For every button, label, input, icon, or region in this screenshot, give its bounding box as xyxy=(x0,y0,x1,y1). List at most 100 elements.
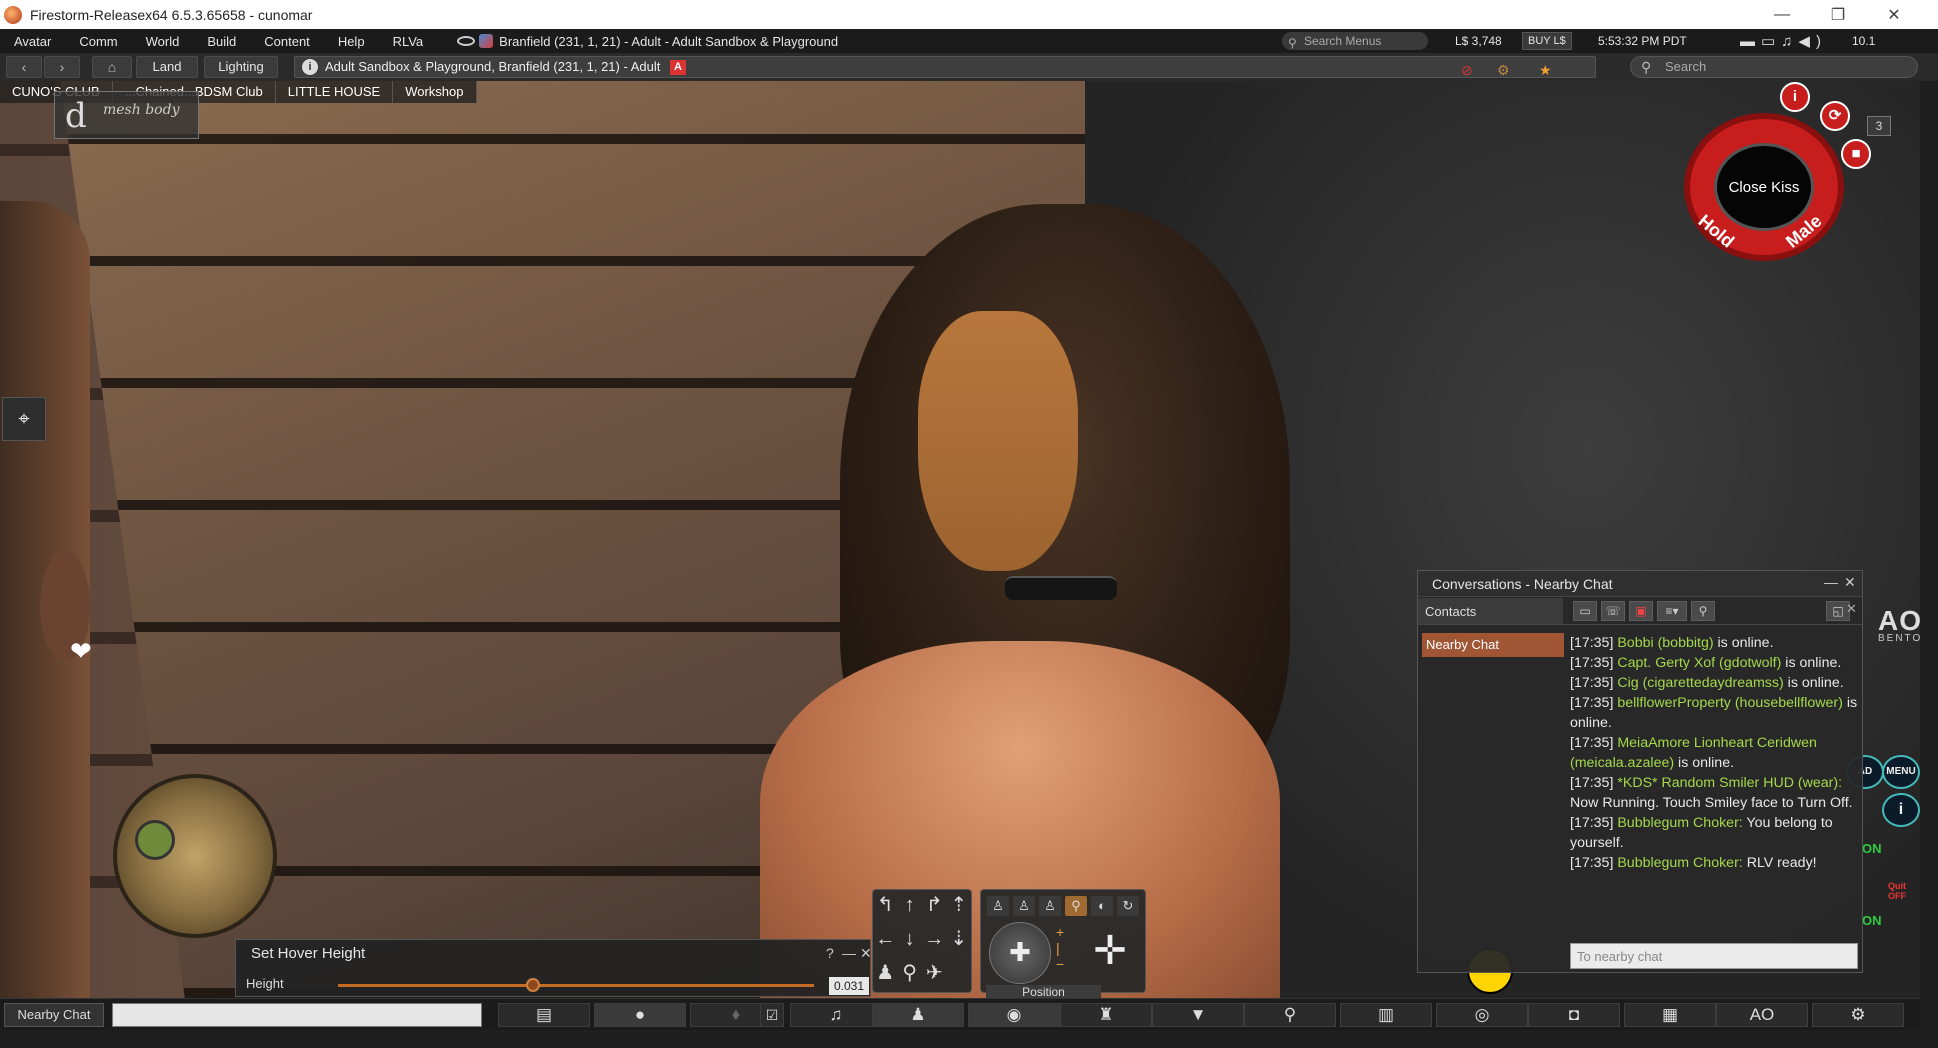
fly-mode-icon[interactable]: ✈ xyxy=(922,958,947,992)
reset-view-icon[interactable]: ↻ xyxy=(1117,896,1139,916)
search-menus-field[interactable]: ⚲ Search Menus xyxy=(1282,32,1428,50)
strafe-right-icon[interactable]: → xyxy=(922,924,947,958)
zoom-slider-icon[interactable]: + | − xyxy=(1056,924,1064,972)
voice-checkbox[interactable]: ☑ xyxy=(760,1003,784,1027)
buy-lindens-button[interactable]: BUY L$ xyxy=(1522,32,1572,50)
turn-right-icon[interactable]: ↱ xyxy=(922,890,947,924)
search-field[interactable]: ⚲ Search xyxy=(1630,56,1918,78)
conversations-titlebar[interactable]: Conversations - Nearby Chat — ✕ xyxy=(1418,571,1862,597)
back-arrow-icon[interactable]: ‹ xyxy=(6,56,42,78)
height-slider-thumb[interactable] xyxy=(526,978,541,992)
chat-sender-link[interactable]: bellflowerProperty (housebellflower) xyxy=(1617,695,1843,711)
linden-balance[interactable]: L$ 3,748 xyxy=(1455,34,1502,48)
nearby-chat-button[interactable]: Nearby Chat xyxy=(4,1003,104,1027)
animation-hud[interactable]: Close Kiss Hold Male xyxy=(1684,113,1844,261)
avatar-collar[interactable] xyxy=(1005,576,1117,600)
ao-menu-button[interactable]: MENU xyxy=(1882,755,1920,789)
mouselook-icon[interactable]: ◐ xyxy=(1091,896,1113,916)
rear-view-icon[interactable]: ♙ xyxy=(1039,896,1061,916)
camera-view-icon[interactable]: ◉ xyxy=(968,1003,1060,1027)
pan-joystick-icon[interactable]: ✛ xyxy=(1079,920,1141,982)
close-icon[interactable]: ✕ xyxy=(860,945,872,962)
lighting-button[interactable]: Lighting xyxy=(204,56,278,78)
land-button[interactable]: Land xyxy=(136,56,198,78)
menu-comm[interactable]: Comm xyxy=(65,34,131,49)
snapshot-camera-icon[interactable]: ◘ xyxy=(1528,1003,1620,1027)
orbit-joystick-icon[interactable]: ✚ xyxy=(989,922,1051,984)
home-icon[interactable]: ⌂ xyxy=(92,56,132,78)
search-icon[interactable]: ⚲ xyxy=(1691,601,1715,621)
info-icon[interactable]: i xyxy=(302,59,318,75)
ao-button[interactable]: AO xyxy=(1716,1003,1808,1027)
voice-call-icon[interactable]: ☏ xyxy=(1601,601,1625,621)
minimize-icon[interactable]: — xyxy=(1824,574,1838,590)
chat-sender-link[interactable]: Bobbi (bobbitg) xyxy=(1617,635,1713,651)
settings-gear-icon[interactable]: ⚙ xyxy=(1812,1003,1904,1027)
chat-sender-link[interactable]: *KDS* Random Smiler HUD (wear): xyxy=(1617,775,1842,791)
visibility-eye-icon[interactable] xyxy=(457,36,476,46)
power-icon[interactable] xyxy=(135,820,175,860)
menu-avatar[interactable]: Avatar xyxy=(0,34,65,49)
menu-content[interactable]: Content xyxy=(250,34,324,49)
people-icon[interactable]: ♜ xyxy=(1060,1003,1152,1027)
strafe-left-icon[interactable]: ← xyxy=(873,924,898,958)
hud-refresh-icon[interactable]: ⟳ xyxy=(1820,101,1850,131)
headphones-icon[interactable]: ♫ xyxy=(790,1003,882,1027)
forward-arrow-icon[interactable]: › xyxy=(44,56,80,78)
media-controls-icon[interactable]: ▬▭♫◀) xyxy=(1740,32,1827,50)
contacts-button[interactable]: Contacts xyxy=(1418,597,1563,624)
inventory-icon[interactable]: ▦ xyxy=(1624,1003,1716,1027)
start-im-icon[interactable]: ▭ xyxy=(1573,601,1597,621)
ao-info-icon[interactable]: i xyxy=(1882,793,1920,827)
nearby-chat-input[interactable]: To nearby chat xyxy=(1570,943,1858,969)
menu-rlva[interactable]: RLVa xyxy=(379,34,438,49)
maximize-button[interactable]: ❐ xyxy=(1810,0,1866,29)
ao-on-label-1[interactable]: ON xyxy=(1862,841,1882,856)
chat-bubble-icon[interactable]: ▣ xyxy=(1629,601,1653,621)
object-view-icon[interactable]: ⚲ xyxy=(1065,896,1087,916)
menu-help[interactable]: Help xyxy=(324,34,379,49)
menu-build[interactable]: Build xyxy=(193,34,250,49)
close-button[interactable]: ✕ xyxy=(1866,0,1922,29)
ao-quit-off-label[interactable]: Quit OFF xyxy=(1888,881,1920,901)
height-slider-track[interactable] xyxy=(338,984,814,987)
favorite-star-icon[interactable]: ★ xyxy=(1539,60,1552,80)
close-icon[interactable]: ✕ xyxy=(1844,574,1856,591)
map-icon[interactable]: ▥ xyxy=(1340,1003,1432,1027)
minimize-button[interactable]: — xyxy=(1754,0,1810,29)
help-icon[interactable]: ? xyxy=(826,945,834,961)
nearby-chat-tab[interactable]: Nearby Chat xyxy=(1422,633,1564,657)
height-value[interactable]: 0.031 xyxy=(829,977,869,995)
forward-icon[interactable]: ↑ xyxy=(898,890,923,924)
mesh-body-hud[interactable]: d mesh body xyxy=(54,91,199,139)
ao-hud[interactable]: AO BENTO AD MENU i ON Quit OFF ON xyxy=(1846,605,1921,985)
chat-sender-link[interactable]: Bubblegum Choker: xyxy=(1617,815,1742,831)
fly-up-icon[interactable]: ⇡ xyxy=(947,890,972,924)
search-icon[interactable]: ⚲ xyxy=(1244,1003,1336,1027)
move-icon[interactable]: ♟ xyxy=(872,1003,964,1027)
favorite-workshop[interactable]: Workshop xyxy=(393,81,477,103)
turn-left-icon[interactable]: ↰ xyxy=(873,890,898,924)
chat-sender-link[interactable]: Cig (cigarettedaydreamss) xyxy=(1617,675,1783,691)
fly-down-icon[interactable]: ⇣ xyxy=(947,924,972,958)
parcel-info[interactable]: Branfield (231, 1, 21) - Adult - Adult S… xyxy=(499,34,838,49)
animation-name[interactable]: Close Kiss xyxy=(1714,143,1814,231)
gestures-icon[interactable]: ▤ xyxy=(498,1003,590,1027)
steampunk-compass-hud[interactable] xyxy=(113,774,277,938)
chat-bar-input[interactable] xyxy=(112,1003,482,1027)
chat-sender-link[interactable]: Bubblegum Choker: xyxy=(1617,855,1742,871)
hud-info-icon[interactable]: i xyxy=(1780,82,1810,112)
run-mode-icon[interactable]: ⚲ xyxy=(898,958,923,992)
chat-bubble-icon[interactable]: ● xyxy=(594,1003,686,1027)
favorite-little-house[interactable]: LITTLE HOUSE xyxy=(275,81,394,103)
minimize-icon[interactable]: — xyxy=(842,945,856,961)
side-view-icon[interactable]: ♙ xyxy=(1013,896,1035,916)
walk-mode-icon[interactable]: ♟ xyxy=(873,958,898,992)
appearance-shirt-icon[interactable]: ▼ xyxy=(1152,1003,1244,1027)
location-field[interactable]: i Adult Sandbox & Playground, Branfield … xyxy=(294,56,1596,78)
position-tab[interactable]: Position xyxy=(986,985,1101,999)
hud-stop-icon[interactable]: ■ xyxy=(1841,139,1871,169)
close-tab-icon[interactable]: ✕ xyxy=(1846,601,1857,617)
view-options-icon[interactable]: ≡▾ xyxy=(1657,601,1687,621)
map-pin-icon[interactable]: ⌖ xyxy=(2,397,46,441)
